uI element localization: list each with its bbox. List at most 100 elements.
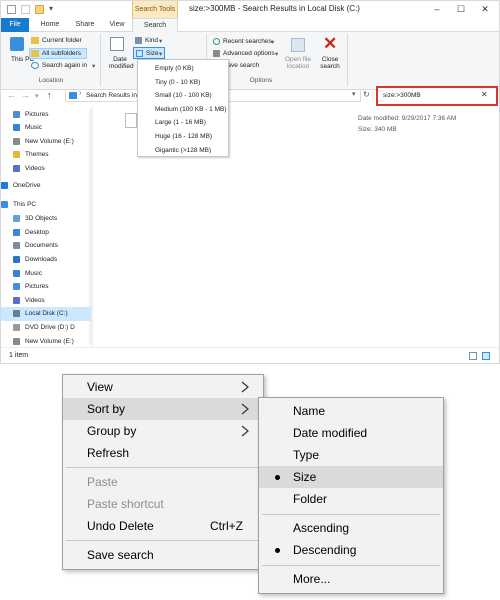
- nav-item[interactable]: Desktop: [1, 226, 91, 240]
- nav-item[interactable]: 3D Objects: [1, 212, 91, 226]
- sort-option-folder[interactable]: Folder: [259, 488, 443, 510]
- menu-item-label: More...: [293, 572, 331, 586]
- nav-item-label: Themes: [25, 151, 49, 158]
- size-option[interactable]: Tiny (0 - 10 KB): [155, 79, 200, 86]
- nav-item[interactable]: Local Disk (C:): [1, 307, 91, 321]
- file-icon[interactable]: [125, 113, 137, 128]
- recent-locations-icon[interactable]: ▾: [35, 92, 39, 100]
- calendar-icon: [110, 37, 124, 51]
- menu-item-label: View: [87, 380, 113, 394]
- refresh-icon[interactable]: ↻: [363, 90, 370, 99]
- nav-item-label: Downloads: [25, 256, 58, 263]
- recent-searches-button[interactable]: Recent searches: [223, 38, 272, 45]
- tab-file[interactable]: File: [1, 18, 29, 32]
- nav-item[interactable]: Downloads: [1, 253, 91, 267]
- menu-item-save-search[interactable]: Save search: [63, 544, 263, 566]
- nav-item-icon: [13, 324, 20, 331]
- nav-item-icon: [13, 310, 20, 317]
- advanced-options-button[interactable]: Advanced options: [223, 50, 275, 57]
- close-window-button[interactable]: ✕: [477, 3, 493, 15]
- sort-option-more[interactable]: More...: [259, 568, 443, 590]
- qat-dropdown-icon[interactable]: ▾: [49, 4, 53, 13]
- search-again-button[interactable]: Search again in: [42, 62, 87, 69]
- menu-item-paste[interactable]: Paste: [63, 471, 263, 493]
- nav-item[interactable]: Music: [1, 267, 91, 281]
- nav-item-icon: [13, 270, 20, 277]
- current-folder-button[interactable]: Current folder: [42, 37, 82, 44]
- nav-item[interactable]: Documents: [1, 239, 91, 253]
- up-arrow-icon[interactable]: ↑: [47, 90, 52, 100]
- size-option[interactable]: Huge (16 - 128 MB): [155, 133, 212, 140]
- nav-item[interactable]: This PC: [1, 198, 91, 212]
- quick-access-icon[interactable]: [7, 5, 16, 14]
- search-input[interactable]: size:>300MB: [376, 86, 498, 106]
- close-search-button[interactable]: Close search: [317, 56, 343, 70]
- nav-item-label: OneDrive: [13, 182, 41, 189]
- kind-icon: [135, 37, 142, 44]
- size-option[interactable]: Small (10 - 100 KB): [155, 92, 212, 99]
- maximize-button[interactable]: ☐: [453, 3, 469, 15]
- size-option[interactable]: Empty (0 KB): [155, 65, 194, 72]
- size-option[interactable]: Gigantic (>128 MB): [155, 147, 211, 154]
- date-modified-button[interactable]: Date modified: [109, 56, 134, 70]
- nav-item[interactable]: Pictures: [1, 108, 91, 122]
- forward-arrow-icon[interactable]: →: [21, 90, 30, 100]
- nav-item[interactable]: New Volume (E:): [1, 335, 91, 349]
- address-dropdown-icon[interactable]: ▾: [352, 90, 356, 98]
- sort-option-date-modified[interactable]: Date modified: [259, 422, 443, 444]
- menu-item-paste-shortcut[interactable]: Paste shortcut: [63, 493, 263, 515]
- nav-item[interactable]: Pictures: [1, 280, 91, 294]
- open-file-location-icon: [291, 38, 305, 52]
- menu-separator: [262, 514, 440, 515]
- nav-item[interactable]: DVD Drive (D:) D: [1, 321, 91, 335]
- size-option[interactable]: Medium (100 KB - 1 MB): [155, 106, 227, 113]
- chevron-down-icon[interactable]: ▾: [159, 37, 162, 45]
- close-search-icon: ✕: [323, 34, 338, 53]
- size-option[interactable]: Large (1 - 16 MB): [155, 119, 206, 126]
- menu-item-view[interactable]: View: [63, 376, 263, 398]
- sort-option-type[interactable]: Type: [259, 444, 443, 466]
- chevron-down-icon[interactable]: ▾: [271, 38, 274, 46]
- nav-item-icon: [13, 138, 20, 145]
- nav-item[interactable]: Videos: [1, 294, 91, 308]
- nav-item-label: 3D Objects: [25, 215, 58, 222]
- nav-item[interactable]: OneDrive: [1, 179, 91, 193]
- nav-item-label: Pictures: [25, 111, 49, 118]
- nav-item-icon: [13, 338, 20, 345]
- new-folder-icon[interactable]: [35, 5, 44, 14]
- open-file-location-button[interactable]: Open file location: [283, 56, 313, 70]
- properties-icon[interactable]: [21, 5, 30, 14]
- nav-item-icon: [13, 111, 20, 118]
- clear-search-icon[interactable]: ✕: [481, 90, 488, 99]
- nav-item[interactable]: New Volume (E:): [1, 135, 91, 149]
- nav-item-icon: [1, 182, 8, 189]
- nav-item[interactable]: Videos: [1, 162, 91, 176]
- tab-home[interactable]: Home: [37, 18, 63, 32]
- nav-item-label: Music: [25, 270, 42, 277]
- size-icon: [136, 50, 143, 57]
- tab-search[interactable]: Search: [132, 18, 178, 33]
- menu-item-group-by[interactable]: Group by: [63, 420, 263, 442]
- chevron-down-icon[interactable]: ▾: [159, 50, 162, 58]
- kind-button[interactable]: Kind: [145, 37, 158, 44]
- minimize-button[interactable]: –: [429, 3, 445, 15]
- nav-item[interactable]: Themes: [1, 148, 91, 162]
- size-button[interactable]: Size: [146, 50, 159, 57]
- sort-option-size[interactable]: Size: [259, 466, 443, 488]
- menu-item-sort-by[interactable]: Sort by: [63, 398, 263, 420]
- tab-view[interactable]: View: [105, 18, 129, 32]
- sort-option-name[interactable]: Name: [259, 400, 443, 422]
- nav-item[interactable]: Music: [1, 121, 91, 135]
- chevron-down-icon[interactable]: ▾: [275, 50, 278, 58]
- chevron-down-icon[interactable]: ▾: [92, 62, 95, 70]
- menu-item-refresh[interactable]: Refresh: [63, 442, 263, 464]
- large-icons-view-icon[interactable]: [482, 352, 490, 360]
- menu-item-undo-delete[interactable]: Undo Delete Ctrl+Z: [63, 515, 263, 537]
- breadcrumb-separator-icon: ›: [79, 90, 82, 97]
- sort-option-ascending[interactable]: Ascending: [259, 517, 443, 539]
- all-subfolders-button[interactable]: All subfolders: [42, 50, 81, 57]
- back-arrow-icon[interactable]: ←: [7, 90, 16, 100]
- details-view-icon[interactable]: [469, 352, 477, 360]
- tab-share[interactable]: Share: [71, 18, 99, 32]
- sort-option-descending[interactable]: Descending: [259, 539, 443, 561]
